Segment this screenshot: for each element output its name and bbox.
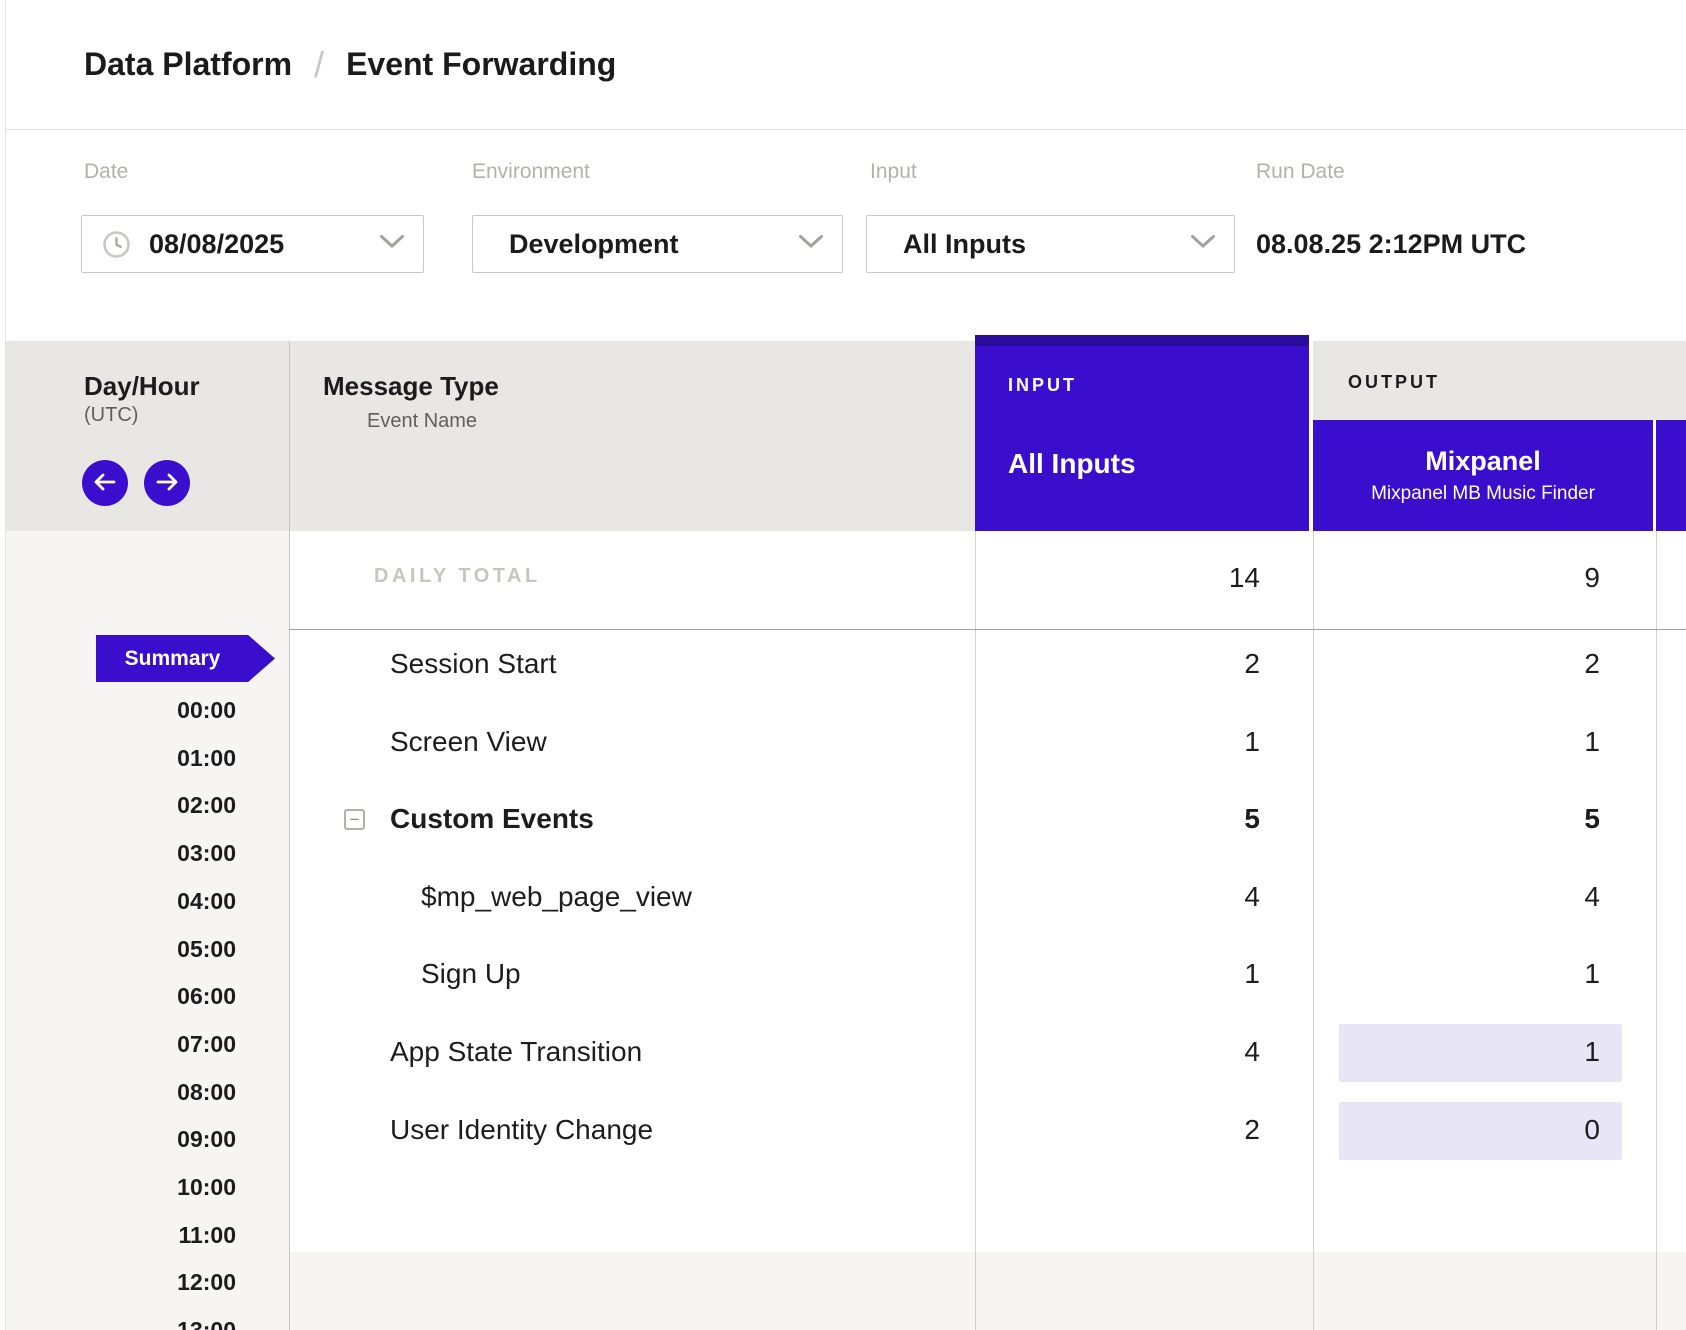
summary-tab[interactable]: Summary xyxy=(96,635,275,682)
output-count: 4 xyxy=(1313,881,1600,913)
event-row-label: Screen View xyxy=(390,726,547,758)
event-row-label: Session Start xyxy=(390,648,557,680)
hour-slot-0400[interactable]: 04:00 xyxy=(6,888,236,915)
column-divider xyxy=(289,341,290,1330)
breadcrumb: Data Platform / Event Forwarding xyxy=(84,0,616,129)
environment-select-value: Development xyxy=(509,229,679,260)
input-count: 2 xyxy=(975,648,1260,680)
hour-slot-1100[interactable]: 11:00 xyxy=(6,1222,236,1249)
hour-slot-0200[interactable]: 02:00 xyxy=(6,792,236,819)
daily-total-row-divider xyxy=(289,629,1686,630)
daily-total-output-value: 9 xyxy=(1313,562,1600,594)
output-count: 5 xyxy=(1313,803,1600,835)
hour-slot-0300[interactable]: 03:00 xyxy=(6,840,236,867)
hour-slot-1300[interactable]: 13:00 xyxy=(6,1317,236,1330)
output-count: 1 xyxy=(1313,1036,1600,1068)
output-column-header: Mixpanel Mixpanel MB Music Finder xyxy=(1313,420,1653,531)
header-gap xyxy=(1309,335,1313,531)
input-select-value: All Inputs xyxy=(903,229,1026,260)
input-filter-label: Input xyxy=(870,160,917,184)
event-forwarding-screen: Data Platform / Event Forwarding Date En… xyxy=(0,0,1686,1330)
input-count: 4 xyxy=(975,881,1260,913)
page-title: Event Forwarding xyxy=(346,46,616,83)
clock-icon xyxy=(102,230,131,259)
daily-total-label: DAILY TOTAL xyxy=(374,565,541,588)
next-day-button[interactable] xyxy=(144,460,190,506)
environment-select[interactable]: Development xyxy=(472,215,843,273)
input-group-label: INPUT xyxy=(1008,375,1077,396)
event-row-label: Custom Events xyxy=(390,803,594,835)
breadcrumb-separator: / xyxy=(314,44,324,86)
hour-slot-0100[interactable]: 01:00 xyxy=(6,745,236,772)
day-hour-timezone: (UTC) xyxy=(84,404,138,427)
arrow-right-icon xyxy=(155,473,179,494)
chevron-down-icon xyxy=(379,234,405,254)
event-row-label: Sign Up xyxy=(421,958,521,990)
input-column-header: INPUT All Inputs xyxy=(975,335,1309,531)
hour-slot-0000[interactable]: 00:00 xyxy=(6,697,236,724)
event-row-label: App State Transition xyxy=(390,1036,642,1068)
chevron-down-icon xyxy=(798,234,824,254)
input-count: 1 xyxy=(975,958,1260,990)
page-header: Data Platform / Event Forwarding xyxy=(6,0,1686,130)
message-type-column-header: Message Type xyxy=(323,371,499,402)
input-count: 4 xyxy=(975,1036,1260,1068)
event-row-label: $mp_web_page_view xyxy=(421,881,692,913)
arrow-left-icon xyxy=(93,473,117,494)
header-gap xyxy=(1653,420,1656,531)
hour-slot-1000[interactable]: 10:00 xyxy=(6,1174,236,1201)
breadcrumb-section[interactable]: Data Platform xyxy=(84,46,292,83)
date-filter-label: Date xyxy=(84,160,128,184)
hour-slot-0700[interactable]: 07:00 xyxy=(6,1031,236,1058)
event-row-label: User Identity Change xyxy=(390,1114,653,1146)
hour-slot-0500[interactable]: 05:00 xyxy=(6,936,236,963)
next-output-column-partial xyxy=(1656,420,1686,531)
left-edge-divider xyxy=(5,0,6,1330)
output-count: 1 xyxy=(1313,958,1600,990)
hour-slot-1200[interactable]: 12:00 xyxy=(6,1269,236,1296)
collapse-row-icon[interactable]: − xyxy=(344,809,365,830)
output-group-label: OUTPUT xyxy=(1348,372,1440,393)
date-select-value: 08/08/2025 xyxy=(149,229,284,260)
table-footer-band xyxy=(6,1252,1686,1330)
output-name: Mixpanel xyxy=(1425,446,1541,477)
input-select[interactable]: All Inputs xyxy=(866,215,1235,273)
run-date-label: Run Date xyxy=(1256,160,1345,184)
chevron-down-icon xyxy=(1190,234,1216,254)
event-name-subheader: Event Name xyxy=(367,410,477,433)
previous-day-button[interactable] xyxy=(82,460,128,506)
environment-filter-label: Environment xyxy=(472,160,590,184)
column-divider xyxy=(1656,531,1657,1330)
output-count: 2 xyxy=(1313,648,1600,680)
hour-slot-0600[interactable]: 06:00 xyxy=(6,983,236,1010)
output-connection-name: Mixpanel MB Music Finder xyxy=(1371,483,1595,505)
run-date-value: 08.08.25 2:12PM UTC xyxy=(1256,215,1526,273)
date-select[interactable]: 08/08/2025 xyxy=(81,215,424,273)
summary-tab-label: Summary xyxy=(125,647,221,671)
day-hour-column-header: Day/Hour xyxy=(84,371,200,402)
hour-slot-0900[interactable]: 09:00 xyxy=(6,1126,236,1153)
hour-slot-0800[interactable]: 08:00 xyxy=(6,1079,236,1106)
output-count: 0 xyxy=(1313,1114,1600,1146)
daily-total-input-value: 14 xyxy=(975,562,1260,594)
output-count: 1 xyxy=(1313,726,1600,758)
input-header-top-strip xyxy=(975,335,1309,346)
input-count: 1 xyxy=(975,726,1260,758)
input-count: 5 xyxy=(975,803,1260,835)
input-column-name: All Inputs xyxy=(1008,448,1136,480)
input-count: 2 xyxy=(975,1114,1260,1146)
